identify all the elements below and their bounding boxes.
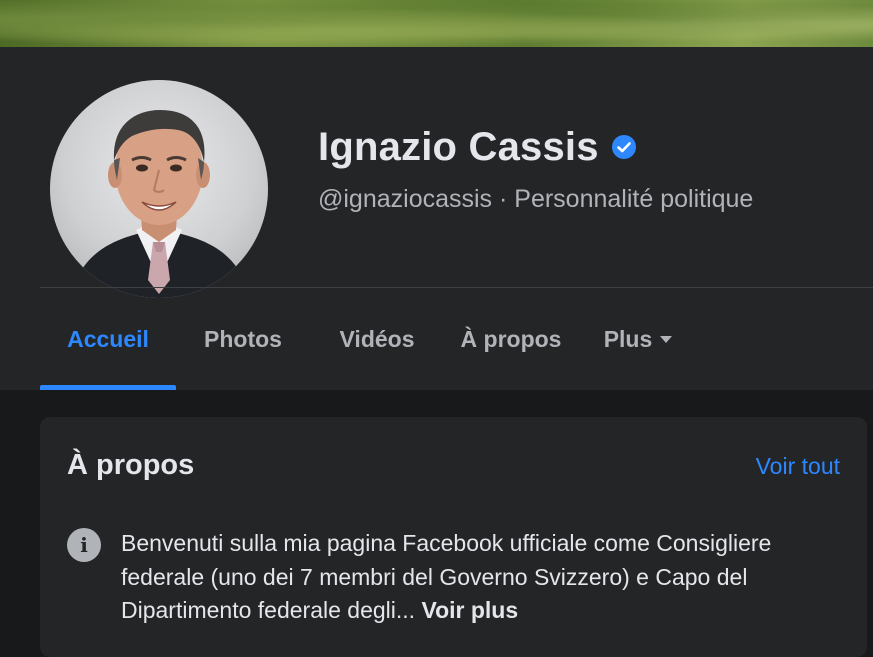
tab-home[interactable]: Accueil xyxy=(40,288,176,390)
cover-photo[interactable] xyxy=(0,0,873,47)
see-all-link[interactable]: Voir tout xyxy=(756,453,840,480)
see-more-link[interactable]: Voir plus xyxy=(421,597,518,623)
tab-more[interactable]: Plus xyxy=(578,288,698,390)
tab-photos[interactable]: Photos xyxy=(176,288,310,390)
tab-label: À propos xyxy=(460,325,562,352)
profile-handle: @ignaziocassis xyxy=(318,185,493,213)
tab-about[interactable]: À propos xyxy=(444,288,578,390)
profile-category: Personnalité politique xyxy=(514,185,754,213)
info-icon: i xyxy=(67,528,101,562)
profile-subtitle: @ignaziocassis · Personnalité politique xyxy=(318,185,753,214)
tab-label: Vidéos xyxy=(339,325,415,352)
profile-picture[interactable] xyxy=(50,80,268,298)
caret-down-icon xyxy=(660,335,673,343)
profile-header: Ignazio Cassis @ignaziocassis · Personna… xyxy=(0,47,873,390)
profile-name-row: Ignazio Cassis xyxy=(318,124,637,170)
tab-label: Photos xyxy=(204,325,282,352)
tab-videos[interactable]: Vidéos xyxy=(310,288,444,390)
about-card-title: À propos xyxy=(67,449,195,481)
about-bio: Benvenuti sulla mia pagina Facebook uffi… xyxy=(121,527,841,628)
profile-picture-ring xyxy=(46,76,272,302)
page-title: Ignazio Cassis xyxy=(318,124,599,169)
profile-tabs: Accueil Photos Vidéos À propos Plus xyxy=(40,288,873,390)
about-card: À propos Voir tout i Benvenuti sulla mia… xyxy=(40,417,867,657)
tab-label: Accueil xyxy=(67,325,149,352)
profile-portrait-image xyxy=(70,110,250,298)
verified-badge-icon xyxy=(611,135,636,159)
tab-label: Plus xyxy=(603,325,653,352)
subtitle-separator: · xyxy=(492,185,515,213)
